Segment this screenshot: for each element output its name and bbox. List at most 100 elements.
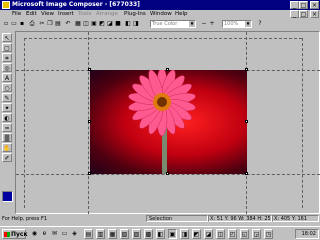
status-mode: Selection [146,215,208,222]
arrange-back-icon[interactable]: ◨ [132,19,140,28]
resize-handle[interactable] [88,68,91,71]
help-pointer-icon[interactable]: ? [256,19,264,28]
composition-guide-top [24,38,302,39]
chevron-down-icon[interactable]: ▼ [245,21,251,27]
task-button-12[interactable]: ◫ [216,229,225,239]
clock: 18:02 [301,231,316,237]
quicklaunch-mail-icon[interactable]: ✉ [50,229,59,239]
status-bar: For Help, press F1 Selection X: 51 Y: 96… [0,214,320,224]
effects-tool-icon[interactable]: ✦ [2,103,12,112]
task-button-16[interactable]: ◳ [264,229,273,239]
taskbar: Пуск ◉ e ✉ ▭ ◈ ▤ ▥ ▦ ▧ ▨ ▩ ◧ ▣ ◨ ◩ ◪ ◫ ◰… [0,226,320,240]
cutout-tool-icon[interactable]: ▢ [2,43,12,52]
eyedropper-tool-icon[interactable]: ✐ [2,153,12,162]
quicklaunch-ie-icon[interactable]: e [40,229,49,239]
open-icon[interactable]: ▭ [10,19,18,28]
zoom-tool-icon[interactable]: ◎ [2,63,12,72]
task-button-13[interactable]: ◰ [228,229,237,239]
task-button-1[interactable]: ▤ [84,229,93,239]
select-all-icon[interactable]: ▣ [90,19,98,28]
task-button-15[interactable]: ◲ [252,229,261,239]
doc-restore-button[interactable]: □ [299,10,308,18]
paste-icon[interactable]: ▤ [54,19,62,28]
title-bar: Microsoft Image Composer - [677033] _ □ … [0,0,320,10]
menu-arrange[interactable]: Arrange [96,10,118,18]
duplicate-icon[interactable]: ◫ [82,19,90,28]
task-button-image-composer[interactable]: ▣ [168,229,177,239]
color-tuning-tool-icon[interactable]: ◐ [2,113,12,122]
status-help-text: For Help, press F1 [2,216,48,222]
task-button-5[interactable]: ▨ [132,229,141,239]
pan-tool-icon[interactable]: ✋ [2,143,12,152]
task-button-10[interactable]: ◩ [192,229,201,239]
task-button-9[interactable]: ◨ [180,229,189,239]
system-tray: 18:02 [295,229,319,239]
save-icon[interactable]: ▪ [18,19,26,28]
menu-tools[interactable]: Tools [78,10,92,18]
resize-handle[interactable] [245,68,248,71]
crop-tool-icon[interactable]: ⌗ [2,53,12,62]
start-label: Пуск [11,231,28,238]
close-button[interactable]: × [310,1,319,9]
zoom-out-icon[interactable]: − [200,19,208,28]
menu-plugins[interactable]: Plug-Ins [124,10,146,18]
quicklaunch-desktop-icon[interactable]: ▭ [60,229,69,239]
flatten-icon[interactable]: ◪ [106,19,114,28]
insert-file-icon[interactable]: ▦ [74,19,82,28]
group-icon[interactable]: ◩ [98,19,106,28]
zoom-in-icon[interactable]: + [208,19,216,28]
flower-sprite[interactable] [90,70,247,174]
paint-tool-icon[interactable]: ✎ [2,93,12,102]
menu-insert[interactable]: Insert [58,10,74,18]
resize-handle[interactable] [245,172,248,175]
task-button-11[interactable]: ◪ [204,229,213,239]
task-button-7[interactable]: ◧ [156,229,165,239]
app-icon[interactable] [2,1,10,9]
resize-handle[interactable] [88,120,91,123]
task-button-4[interactable]: ▧ [120,229,129,239]
task-button-14[interactable]: ◱ [240,229,249,239]
task-button-6[interactable]: ▩ [144,229,153,239]
menu-bar: File Edit View Insert Tools Arrange Plug… [0,10,320,18]
arrange-front-icon[interactable]: ◧ [124,19,132,28]
doc-minimize-button[interactable]: _ [290,10,299,18]
texture-tool-icon[interactable]: ▒ [2,133,12,142]
menu-help[interactable]: Help [175,10,188,18]
copy-icon[interactable]: ❐ [46,19,54,28]
task-button-2[interactable]: ▥ [96,229,105,239]
menu-file[interactable]: File [12,10,21,18]
menu-edit[interactable]: Edit [26,10,37,18]
minimize-button[interactable]: _ [290,1,299,9]
cut-icon[interactable]: ✂ [38,19,46,28]
undo-icon[interactable]: ↶ [64,19,72,28]
windows-logo-icon [4,232,10,237]
print-icon[interactable]: ⎙ [28,19,36,28]
shapes-tool-icon[interactable]: ○ [2,83,12,92]
quicklaunch-explorer-icon[interactable]: ◉ [30,229,39,239]
menu-view[interactable]: View [41,10,54,18]
resize-handle[interactable] [166,172,169,175]
menu-window[interactable]: Window [150,10,172,18]
resize-handle[interactable] [245,120,248,123]
text-tool-icon[interactable]: A [2,73,12,82]
color-format-combo[interactable]: True Color ▼ [150,20,196,28]
resize-handle[interactable] [88,172,91,175]
arrow-tool-icon[interactable]: ↖ [2,33,12,42]
chevron-down-icon[interactable]: ▼ [189,21,195,27]
maximize-button[interactable]: □ [299,1,308,9]
task-button-3[interactable]: ▦ [108,229,117,239]
composition-guide-right [302,38,303,208]
quicklaunch-channels-icon[interactable]: ◈ [70,229,79,239]
toolbox: ↖ ▢ ⌗ ◎ A ○ ✎ ✦ ◐ ≈ ▒ ✋ ✐ [1,31,14,202]
new-icon[interactable]: ▫ [2,19,10,28]
gerbera-flower-image [128,70,196,174]
doc-close-button[interactable]: × [310,10,319,18]
zoom-combo[interactable]: 100% ▼ [222,20,252,28]
color-swatch-icon[interactable]: ■ [114,19,122,28]
warp-tool-icon[interactable]: ≈ [2,123,12,132]
resize-handle[interactable] [166,68,169,71]
current-color-swatch[interactable] [2,191,13,202]
composition-guide-left [24,38,25,208]
window-title: Microsoft Image Composer - [677033] [12,1,140,8]
start-button[interactable]: Пуск [2,229,28,239]
